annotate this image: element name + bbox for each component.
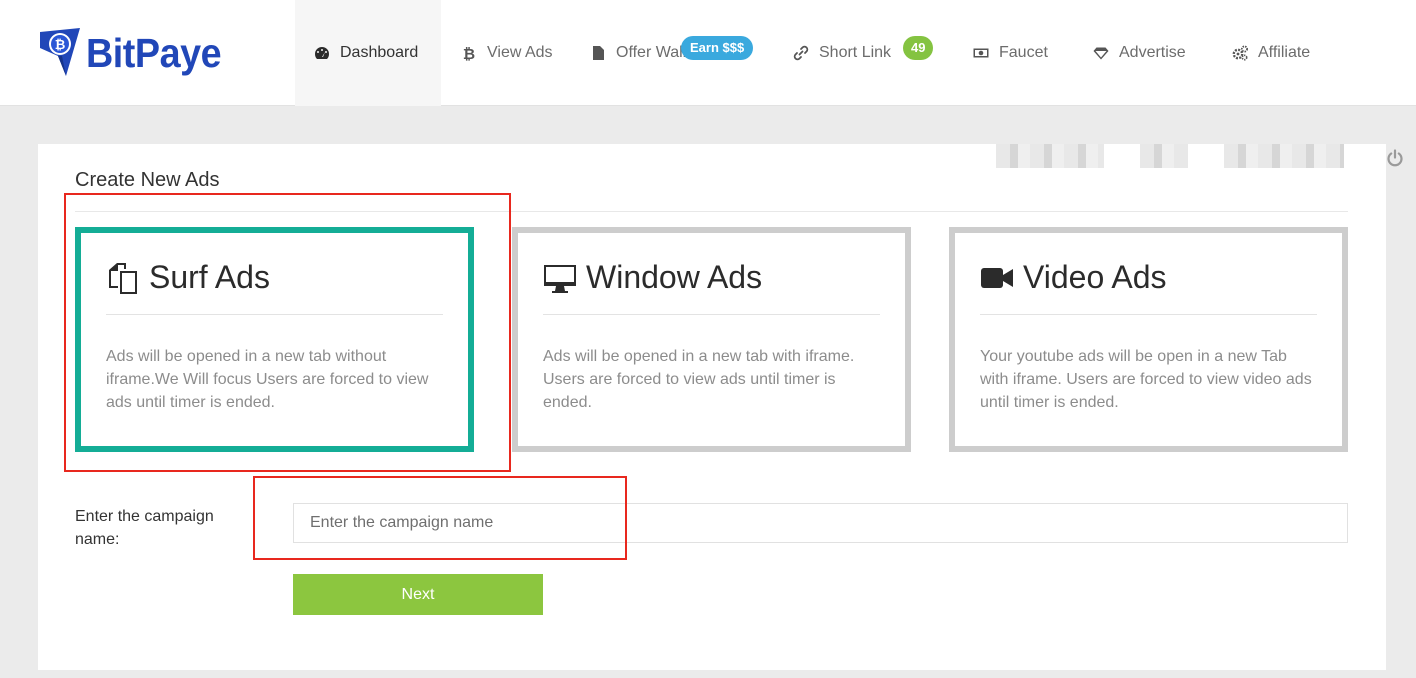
short-link-count-badge: 49 xyxy=(903,36,934,60)
nav-label-short-link: Short Link xyxy=(819,44,892,61)
card-title: Video Ads xyxy=(1023,259,1167,295)
power-icon[interactable] xyxy=(1386,149,1404,167)
campaign-name-input[interactable] xyxy=(293,503,1348,543)
top-navbar: ₿ BitPaye Dashboard ₿ View Ads Offer Wal… xyxy=(0,0,1416,106)
diamond-icon xyxy=(1093,47,1109,60)
divider xyxy=(75,211,1348,212)
nav-label-view-ads: View Ads xyxy=(487,44,553,61)
money-icon xyxy=(973,48,989,58)
campaign-name-label: Enter the campaign name: xyxy=(75,508,214,548)
redacted-text xyxy=(996,144,1104,168)
card-divider xyxy=(980,314,1317,315)
page-title: Create New Ads xyxy=(75,169,220,191)
monitor-icon xyxy=(544,264,576,293)
link-icon xyxy=(793,45,809,61)
nav-label-advertise: Advertise xyxy=(1119,44,1186,61)
nav-label-dashboard: Dashboard xyxy=(340,44,419,61)
nav-label-affiliate: Affiliate xyxy=(1258,44,1311,61)
next-button[interactable]: Next xyxy=(293,574,543,615)
video-ads-card[interactable]: Video Ads Your youtube ads will be open … xyxy=(949,227,1348,452)
create-ads-panel: Create New Ads Surf Ads Ads will be open… xyxy=(38,144,1386,670)
card-description: Ads will be opened in a new tab with ifr… xyxy=(543,348,855,411)
card-description: Ads will be opened in a new tab without … xyxy=(106,348,429,411)
nav-item-offer-wall[interactable]: Offer Wall Earn $$$ xyxy=(569,0,793,106)
redacted-text xyxy=(1224,144,1344,168)
nav-item-short-link[interactable]: Short Link 49 xyxy=(793,0,973,106)
card-description: Your youtube ads will be open in a new T… xyxy=(980,348,1312,411)
redacted-text xyxy=(1140,144,1188,168)
earn-badge: Earn $$$ xyxy=(681,36,754,60)
brand-name: BitPaye xyxy=(86,29,222,76)
nav-label-faucet: Faucet xyxy=(999,44,1048,61)
nav-item-faucet[interactable]: Faucet xyxy=(973,0,1093,106)
card-divider xyxy=(106,314,443,315)
svg-text:₿: ₿ xyxy=(463,45,475,61)
nav-label-offer-wall: Offer Wall xyxy=(616,44,687,61)
dashboard-icon xyxy=(315,47,329,59)
bitcoin-icon: ₿ xyxy=(463,45,475,61)
brand-logo[interactable]: ₿ BitPaye xyxy=(36,26,233,80)
gears-icon xyxy=(1232,45,1248,61)
nav-item-dashboard[interactable]: Dashboard xyxy=(295,0,441,106)
video-camera-icon xyxy=(981,267,1013,288)
card-title: Surf Ads xyxy=(149,259,270,295)
window-ads-card[interactable]: Window Ads Ads will be opened in a new t… xyxy=(512,227,911,452)
main-nav: Dashboard ₿ View Ads Offer Wall Earn $$$… xyxy=(295,0,1332,106)
card-divider xyxy=(543,314,880,315)
nav-item-advertise[interactable]: Advertise xyxy=(1093,0,1232,106)
bitpaye-logo-icon: ₿ xyxy=(40,28,80,76)
nav-item-view-ads[interactable]: ₿ View Ads xyxy=(441,0,569,106)
surf-ads-card[interactable]: Surf Ads Ads will be opened in a new tab… xyxy=(75,227,474,452)
copy-pages-icon xyxy=(109,262,137,294)
svg-text:₿: ₿ xyxy=(55,37,66,52)
card-title: Window Ads xyxy=(586,259,763,295)
document-icon xyxy=(593,46,604,60)
nav-item-affiliate[interactable]: Affiliate xyxy=(1232,0,1332,106)
